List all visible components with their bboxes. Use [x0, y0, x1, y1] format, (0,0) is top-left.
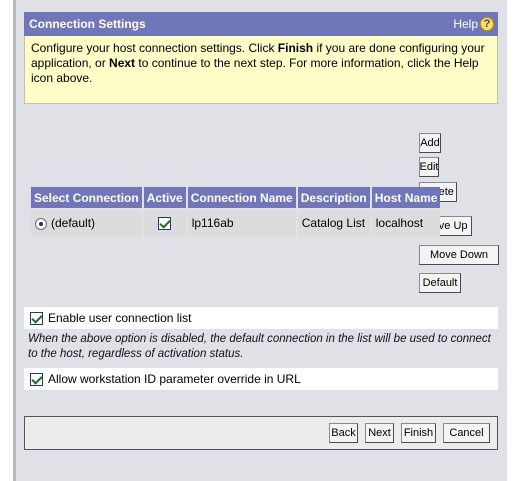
allow-workstation-checkbox[interactable] — [30, 372, 43, 386]
question-icon[interactable]: ? — [480, 17, 494, 31]
table-header-row: Select Connection Active Connection Name… — [31, 187, 441, 208]
column-header: Select Connection — [31, 187, 142, 208]
enable-user-list-label: Enable user connection list — [48, 311, 192, 325]
page-title: Connection Settings — [29, 17, 146, 31]
allow-workstation-row[interactable]: Allow workstation ID parameter override … — [24, 368, 498, 390]
table-row: (default) lp116ab Catalog List localhost — [31, 210, 441, 236]
instructions-next: Next — [109, 56, 136, 70]
select-label: (default) — [51, 216, 96, 230]
help-label[interactable]: Help — [453, 17, 478, 31]
select-radio[interactable] — [35, 217, 47, 230]
column-header: Active — [143, 187, 186, 208]
finish-button[interactable]: Finish — [401, 423, 436, 443]
enable-user-list-row[interactable]: Enable user connection list — [24, 307, 498, 329]
next-button[interactable]: Next — [365, 423, 394, 443]
option-note: When the above option is disabled, the d… — [28, 333, 491, 360]
edit-button[interactable]: Edit — [419, 157, 439, 177]
instructions-box: Configure your host connection settings.… — [24, 36, 498, 104]
host-name-cell: localhost — [371, 210, 441, 236]
connection-name-cell: lp116ab — [187, 210, 296, 236]
default-button[interactable]: Default — [419, 273, 461, 293]
active-checkbox[interactable] — [158, 217, 172, 231]
column-header: Host Name — [371, 187, 441, 208]
allow-workstation-label: Allow workstation ID parameter override … — [48, 372, 301, 386]
connection-table: Select Connection Active Connection Name… — [29, 185, 442, 238]
cancel-button[interactable]: Cancel — [443, 423, 490, 443]
help-link[interactable]: Help ? — [453, 17, 494, 31]
back-button[interactable]: Back — [329, 423, 358, 443]
move-down-button[interactable]: Move Down — [419, 245, 499, 265]
description-cell: Catalog List — [297, 210, 370, 236]
column-header: Connection Name — [187, 187, 296, 208]
enable-user-list-checkbox[interactable] — [30, 311, 43, 325]
instructions-text-1: Configure your host connection settings.… — [31, 41, 278, 55]
instructions-finish: Finish — [277, 41, 314, 55]
active-cell[interactable] — [143, 210, 186, 236]
header-bar: Connection Settings Help ? — [24, 12, 498, 36]
select-cell[interactable]: (default) — [31, 210, 142, 236]
add-button[interactable]: Add — [419, 133, 441, 153]
column-header: Description — [297, 187, 370, 208]
